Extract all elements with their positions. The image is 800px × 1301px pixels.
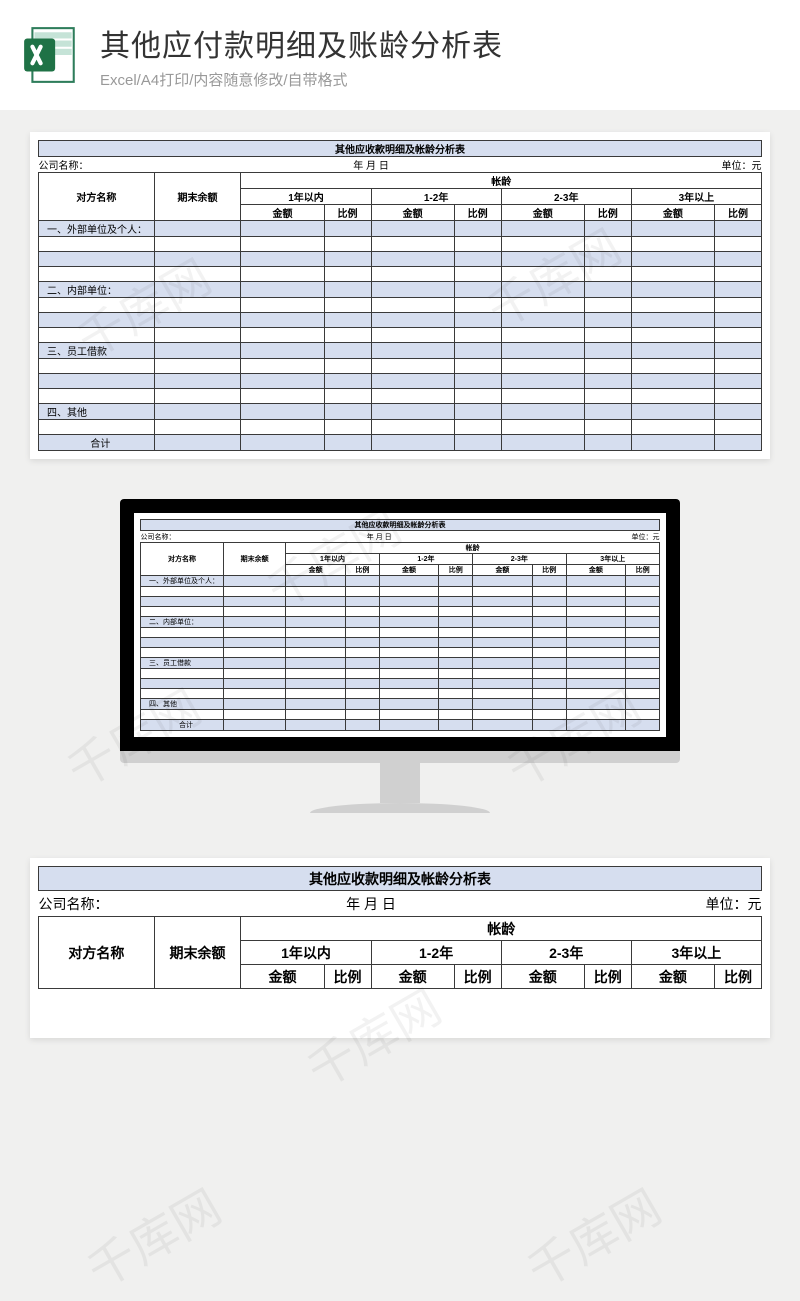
header-bar: 其他应付款明细及账龄分析表 Excel/A4打印/内容随意修改/自带格式: [0, 0, 800, 110]
col-amount: 金额: [371, 205, 454, 221]
col-amount: 金额: [631, 205, 714, 221]
col-amount: 金额: [241, 205, 324, 221]
unit-label: 单位：元: [501, 157, 761, 173]
col-period2: 1-2年: [371, 189, 501, 205]
col-amount: 金额: [501, 205, 584, 221]
preview-card-bottom: 其他应收款明细及帐龄分析表 公司名称： 年 月 日 单位：元 对方名称 期末余额…: [30, 858, 770, 1038]
col-ratio: 比例: [324, 205, 371, 221]
watermark: 千库网: [72, 1169, 232, 1301]
col-ratio: 比例: [584, 205, 631, 221]
section-2: 二、内部单位：: [39, 282, 155, 298]
table-row: [39, 328, 762, 343]
unit-label: 单位：元: [501, 891, 761, 917]
table-row: [39, 298, 762, 313]
sheet-title: 其他应收款明细及帐龄分析表: [39, 141, 762, 157]
col-ratio: 比例: [454, 205, 501, 221]
watermark: 千库网: [512, 1169, 672, 1301]
company-label: 公司名称：: [39, 157, 241, 173]
date-label: 年 月 日: [241, 891, 501, 917]
sheet-title: 其他应收款明细及帐龄分析表: [141, 520, 660, 531]
col-balance: 期末余额: [154, 173, 241, 221]
monitor-neck: [380, 763, 420, 803]
section-3: 三、员工借款: [39, 343, 155, 359]
spreadsheet-table: 其他应收款明细及帐龄分析表 公司名称： 年 月 日 单位：元 对方名称 期末余额…: [140, 519, 660, 731]
col-period4: 3年以上: [631, 189, 761, 205]
spreadsheet-table: 其他应收款明细及帐龄分析表 公司名称： 年 月 日 单位：元 对方名称 期末余额…: [38, 866, 762, 989]
section-1: 一、外部单位及个人：: [39, 221, 155, 237]
table-row: [39, 420, 762, 435]
company-label: 公司名称：: [39, 891, 241, 917]
table-row: [39, 313, 762, 328]
monitor-bezel: [120, 751, 680, 763]
preview-monitor: 其他应收款明细及帐龄分析表 公司名称： 年 月 日 单位：元 对方名称 期末余额…: [0, 499, 800, 813]
spreadsheet-table: 其他应收款明细及帐龄分析表 公司名称： 年 月 日 单位：元 对方名称 期末余额…: [38, 140, 762, 451]
col-party: 对方名称: [39, 173, 155, 221]
table-row: [39, 237, 762, 252]
sheet-title: 其他应收款明细及帐龄分析表: [39, 867, 762, 891]
col-period4: 3年以上: [631, 941, 761, 965]
col-aging: 帐龄: [241, 917, 762, 941]
col-period3: 2-3年: [501, 189, 631, 205]
table-row: [39, 389, 762, 404]
preview-card-large: 其他应收款明细及帐龄分析表 公司名称： 年 月 日 单位：元 对方名称 期末余额…: [30, 132, 770, 459]
table-row: [39, 252, 762, 267]
table-row: [39, 359, 762, 374]
section-4: 四、其他: [39, 404, 155, 420]
col-party: 对方名称: [39, 917, 155, 989]
page-title: 其他应付款明细及账龄分析表: [100, 21, 780, 65]
date-label: 年 月 日: [241, 157, 501, 173]
col-aging: 帐龄: [241, 173, 762, 189]
col-ratio: 比例: [714, 205, 761, 221]
col-period2: 1-2年: [371, 941, 501, 965]
col-balance: 期末余额: [154, 917, 241, 989]
col-period1: 1年以内: [241, 941, 371, 965]
monitor-base: [310, 803, 490, 813]
table-row: [39, 374, 762, 389]
excel-icon: [20, 24, 82, 86]
col-period1: 1年以内: [241, 189, 371, 205]
page-subtitle: Excel/A4打印/内容随意修改/自带格式: [100, 69, 780, 90]
row-total: 合计: [39, 435, 155, 451]
col-period3: 2-3年: [501, 941, 631, 965]
table-row: [39, 267, 762, 282]
